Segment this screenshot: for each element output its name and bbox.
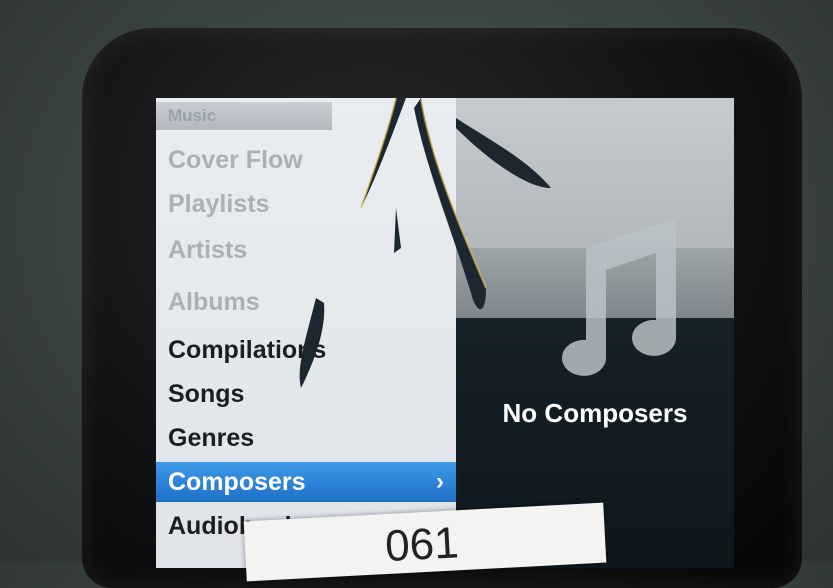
menu-item-playlists[interactable]: Playlists bbox=[156, 184, 456, 224]
no-composers-message: No Composers bbox=[502, 398, 688, 428]
menu-item-composers[interactable]: Composers › bbox=[156, 462, 456, 502]
sticker-number: 061 bbox=[383, 518, 460, 572]
menu-title: Music bbox=[168, 106, 217, 125]
menu-item-albums[interactable]: Albums bbox=[156, 282, 456, 322]
menu-item-songs[interactable]: Songs bbox=[156, 374, 456, 414]
menu-item-cover-flow[interactable]: Cover Flow bbox=[156, 140, 456, 180]
chevron-right-icon: › bbox=[436, 468, 444, 495]
menu-title-bar: Music bbox=[156, 102, 332, 130]
menu-item-artists[interactable]: Artists bbox=[156, 230, 456, 270]
preview-panel: No Composers bbox=[456, 98, 734, 568]
music-menu: Music Cover Flow Playlists Artists Album… bbox=[156, 98, 456, 568]
menu-item-compilations[interactable]: Compilations bbox=[156, 330, 456, 370]
ipod-screen: Music Cover Flow Playlists Artists Album… bbox=[156, 98, 734, 568]
music-note-icon bbox=[562, 218, 676, 376]
menu-item-genres[interactable]: Genres bbox=[156, 418, 456, 458]
